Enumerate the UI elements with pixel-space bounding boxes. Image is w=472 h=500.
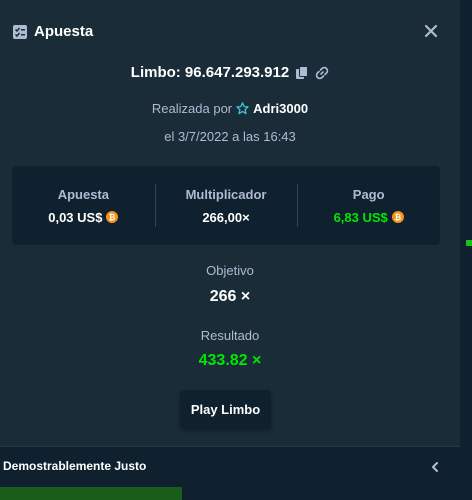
result-value: 433.82 ×	[198, 352, 262, 369]
bitcoin-icon: ₿	[391, 211, 404, 223]
background-green-dot	[466, 240, 472, 246]
link-icon[interactable]	[315, 66, 329, 80]
bitcoin-icon: ₿	[106, 211, 119, 223]
placed-by-row: Realizada por Adri3000	[0, 101, 460, 116]
target-label: Objetivo	[206, 263, 254, 278]
username[interactable]: Adri3000	[253, 101, 308, 116]
close-icon[interactable]	[424, 24, 438, 38]
copy-icon[interactable]	[295, 65, 309, 80]
stat-label: Pago	[352, 186, 385, 202]
multiplier-value: 266,00×	[202, 209, 250, 225]
result-label: Resultado	[200, 328, 260, 343]
bet-modal: Apuesta Limbo: 96.647.293.912 Realizada …	[0, 0, 460, 487]
modal-header: Apuesta	[0, 0, 460, 62]
provably-fair-label: Demostrablemente Justo	[3, 459, 147, 473]
svg-text:₿: ₿	[109, 213, 116, 222]
provably-fair-section[interactable]: Demostrablemente Justo	[0, 446, 460, 487]
stat-label: Multiplicador	[185, 186, 267, 202]
background-strip	[460, 0, 472, 500]
modal-title: Apuesta	[34, 23, 94, 40]
stat-value: 0,03 US$ ₿	[48, 209, 119, 225]
background-green-bar	[0, 486, 182, 500]
bet-amount: 0,03 US$	[48, 209, 103, 225]
svg-text:₿: ₿	[395, 213, 402, 222]
target-value: 266 ×	[209, 288, 251, 305]
bet-id: Limbo: 96.647.293.912	[130, 64, 290, 81]
placed-by-prefix: Realizada por	[151, 101, 233, 116]
bet-date: el 3/7/2022 a las 16:43	[164, 129, 296, 144]
stat-label: Apuesta	[57, 186, 109, 202]
play-limbo-button[interactable]: Play Limbo	[180, 390, 271, 429]
stat-payout: Pago 6,83 US$ ₿	[297, 166, 440, 245]
bet-slip-icon	[13, 25, 27, 39]
star-icon	[236, 102, 249, 115]
stat-value: 6,83 US$ ₿	[334, 210, 404, 225]
bet-id-row: Limbo: 96.647.293.912	[0, 64, 460, 81]
stat-multiplier: Multiplicador 266,00×	[154, 166, 298, 245]
payout-amount: 6,83 US$	[333, 209, 388, 225]
chevron-left-icon[interactable]	[430, 462, 440, 472]
stat-value: 266,00×	[202, 210, 249, 225]
stat-bet: Apuesta 0,03 US$ ₿	[12, 166, 155, 245]
bet-stats-panel: Apuesta 0,03 US$ ₿ Multiplicador 266,00×…	[12, 166, 440, 245]
